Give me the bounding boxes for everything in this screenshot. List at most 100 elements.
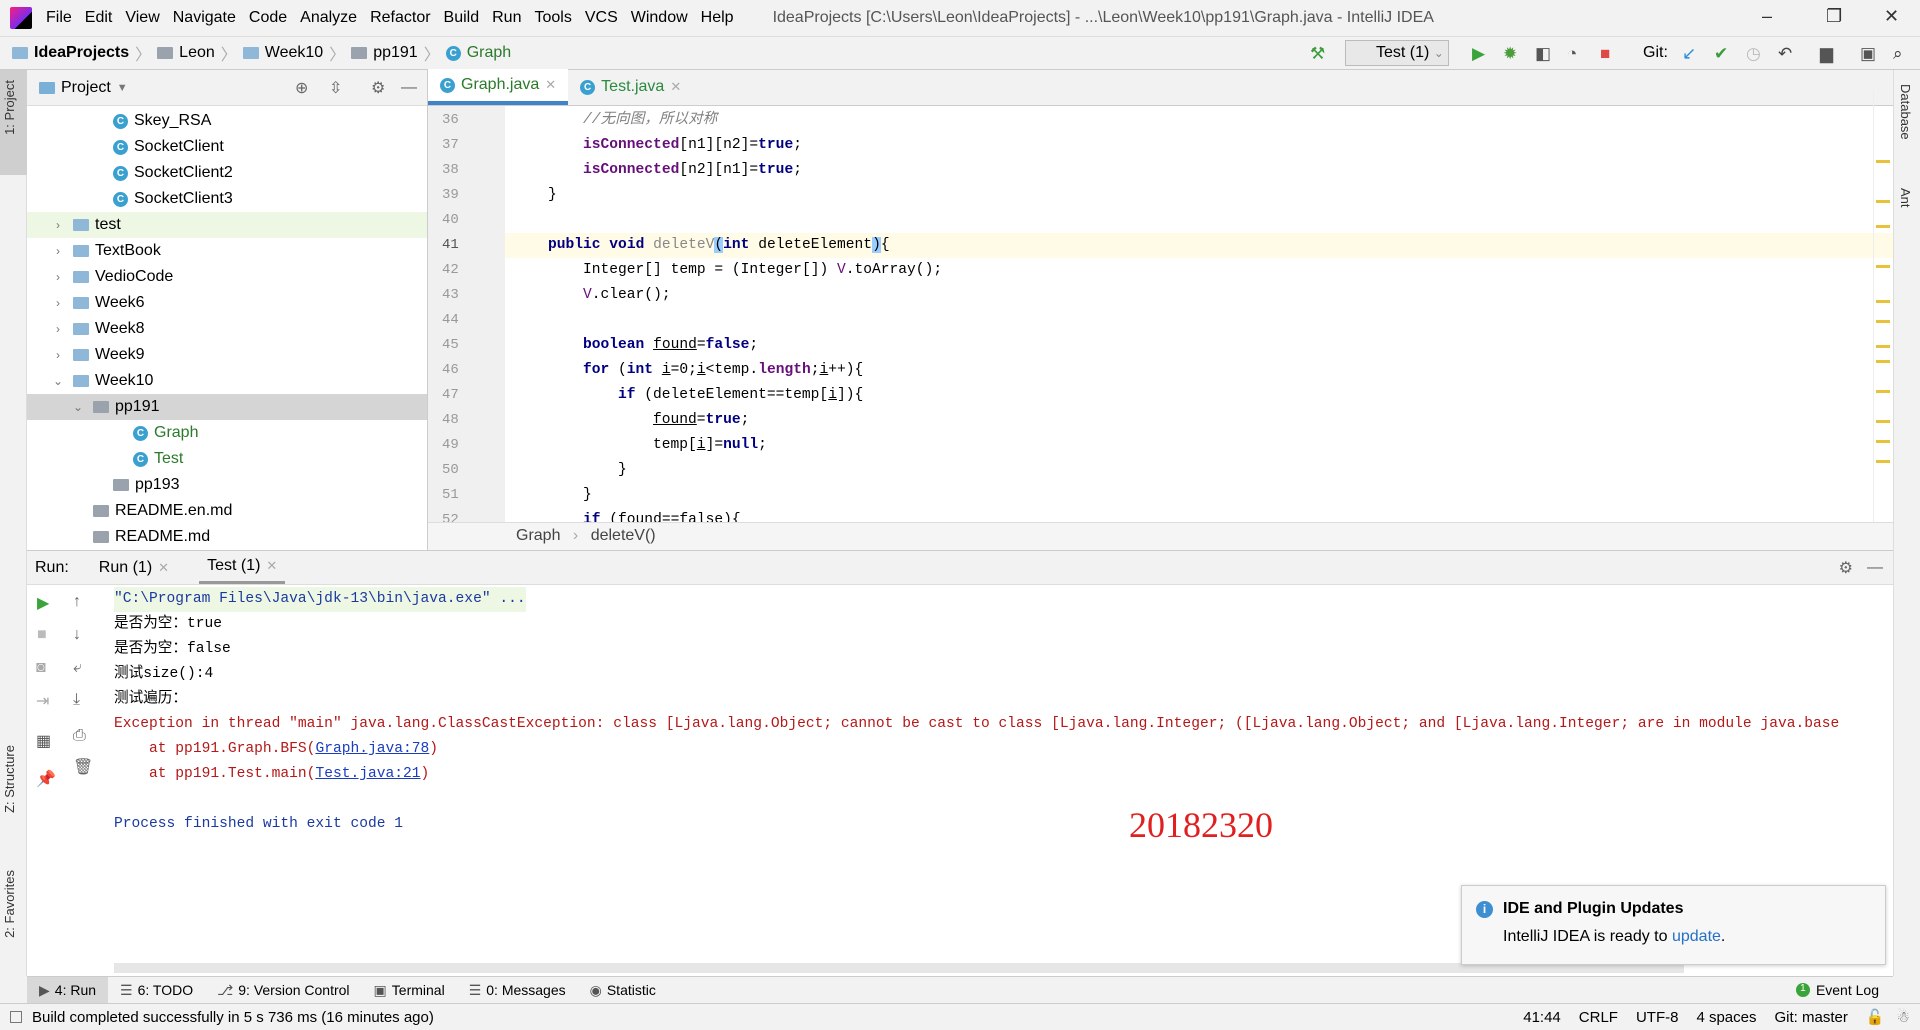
line-separator[interactable]: CRLF (1579, 1009, 1618, 1026)
close-icon[interactable]: ✕ (545, 77, 556, 93)
print-icon[interactable]: ⎙ (73, 727, 86, 745)
chevron-down-icon[interactable]: ▼ (117, 82, 128, 94)
menu-analyze[interactable]: Analyze (300, 9, 357, 26)
warning-stripe-mark[interactable] (1876, 300, 1890, 303)
chevron-right-icon[interactable]: › (51, 244, 65, 258)
chevron-right-icon[interactable]: › (51, 348, 65, 362)
code-line[interactable]: Integer[] temp = (Integer[]) V.toArray()… (583, 258, 942, 283)
favorites-tool-tab[interactable]: 2: Favorites (2, 870, 17, 938)
arrow-up-icon[interactable]: ↑ (73, 593, 81, 611)
menu-file[interactable]: File (46, 9, 72, 26)
run-tab-run-1[interactable]: Run (1) ✕ (91, 553, 177, 583)
tree-item[interactable]: › test (27, 212, 427, 238)
tree-item[interactable]: C SocketClient2 (27, 160, 427, 186)
locate-icon[interactable]: ⊕ (295, 78, 308, 98)
code-area[interactable]: //无向图，所以对称 isConnected[n1][n2]=true; isCon… (428, 106, 1893, 522)
warning-stripe-mark[interactable] (1876, 320, 1890, 323)
code-line[interactable]: //无向图，所以对称 (583, 108, 717, 133)
run-icon[interactable]: ▶ (1472, 44, 1485, 64)
tree-item[interactable]: C Test (27, 446, 427, 472)
soft-wrap-icon[interactable]: ⤶ (73, 659, 82, 677)
git-rollback-icon[interactable]: ↶ (1778, 44, 1792, 64)
warning-stripe-mark[interactable] (1876, 225, 1890, 228)
tree-item[interactable]: README.en.md (27, 498, 427, 524)
menu-tools[interactable]: Tools (534, 9, 571, 26)
git-update-icon[interactable]: ↙ (1682, 44, 1696, 64)
code-line[interactable]: boolean found=false; (583, 333, 758, 358)
tree-item[interactable]: › Week9 (27, 342, 427, 368)
tool-window-versioncontrol[interactable]: ⎇ 9: Version Control (205, 977, 361, 1004)
tree-item[interactable]: pp193 (27, 472, 427, 498)
chevron-down-icon[interactable]: ⌄ (51, 374, 65, 388)
lock-icon[interactable]: 🔓 (1866, 1008, 1885, 1026)
project-structure-icon[interactable]: ▆ (1820, 44, 1833, 64)
profile-icon[interactable]: ◔ (1567, 44, 1577, 64)
breadcrumb-class[interactable]: Graph (516, 527, 560, 544)
close-icon[interactable]: ✕ (670, 79, 681, 95)
menu-edit[interactable]: Edit (85, 9, 113, 26)
debug-icon[interactable]: ✹ (1503, 44, 1517, 64)
stop-icon[interactable]: ■ (37, 626, 47, 644)
code-line[interactable]: } (618, 458, 627, 483)
update-notification[interactable]: i IDE and Plugin Updates IntelliJ IDEA is… (1461, 885, 1886, 965)
warning-stripe-mark[interactable] (1876, 460, 1890, 463)
code-line[interactable]: V.clear(); (583, 283, 671, 308)
tree-item[interactable]: README.md (27, 524, 427, 550)
indent-setting[interactable]: 4 spaces (1696, 1009, 1756, 1026)
hide-icon[interactable]: — (401, 79, 417, 97)
coverage-icon[interactable]: ◧ (1535, 44, 1551, 64)
restore-layout-icon[interactable]: ⇥ (36, 691, 49, 711)
breadcrumb-item[interactable]: IdeaProjects 〉 (12, 41, 151, 65)
warning-stripe-mark[interactable] (1876, 345, 1890, 348)
layout-icon[interactable]: ▦ (36, 731, 51, 751)
collapse-all-icon[interactable]: ⇳ (329, 78, 342, 98)
tool-window-todo[interactable]: ☰ 6: TODO (108, 977, 205, 1004)
tree-item[interactable]: › TextBook (27, 238, 427, 264)
update-link[interactable]: update (1672, 928, 1721, 945)
tree-item[interactable]: › Week6 (27, 290, 427, 316)
tree-item[interactable]: ⌄ pp191 (27, 394, 427, 420)
pin-icon[interactable]: 📌 (36, 769, 56, 789)
tree-item[interactable]: C Graph (27, 420, 427, 446)
code-line[interactable]: } (583, 483, 592, 508)
breadcrumb-method[interactable]: deleteV() (591, 527, 656, 544)
tree-item[interactable]: C Skey_RSA (27, 108, 427, 134)
code-line[interactable]: isConnected[n1][n2]=true; (583, 133, 802, 158)
menu-vcs[interactable]: VCS (585, 9, 618, 26)
code-line[interactable]: isConnected[n2][n1]=true; (583, 158, 802, 183)
warning-stripe-mark[interactable] (1876, 420, 1890, 423)
close-button[interactable]: ✕ (1884, 6, 1899, 27)
hide-icon[interactable]: — (1867, 559, 1883, 577)
status-toggle-icon[interactable] (10, 1011, 22, 1023)
chevron-right-icon[interactable]: › (51, 270, 65, 284)
event-log-button[interactable]: 1 Event Log (1795, 982, 1879, 998)
trash-icon[interactable]: 🗑 (73, 757, 93, 777)
breadcrumb-item[interactable]: pp191 〉 (351, 41, 440, 65)
terminal-window-icon[interactable]: ▣ (1860, 44, 1876, 64)
project-tool-tab[interactable]: 1: Project (2, 80, 17, 135)
stacktrace-link[interactable]: Graph.java:78 (315, 741, 429, 757)
breadcrumb-item[interactable]: Leon 〉 (157, 41, 237, 65)
tree-item[interactable]: › VedioCode (27, 264, 427, 290)
stacktrace-link[interactable]: Test.java:21 (315, 766, 420, 782)
inspector-icon[interactable]: ☃ (1897, 1008, 1910, 1026)
git-branch[interactable]: Git: master (1775, 1009, 1848, 1026)
code-line[interactable]: if (deleteElement==temp[i]){ (618, 383, 863, 408)
ant-tool-tab[interactable]: Ant (1898, 188, 1913, 208)
menu-view[interactable]: View (125, 9, 159, 26)
menu-help[interactable]: Help (701, 9, 734, 26)
breadcrumb-item[interactable]: Week10 〉 (242, 41, 345, 65)
chevron-right-icon[interactable]: › (51, 322, 65, 336)
rerun-icon[interactable]: ▶ (37, 593, 49, 613)
warning-stripe-mark[interactable] (1876, 440, 1890, 443)
caret-position[interactable]: 41:44 (1523, 1009, 1561, 1026)
search-icon[interactable]: ⌕ (1893, 44, 1903, 64)
arrow-down-icon[interactable]: ↓ (73, 626, 81, 644)
minimize-button[interactable]: – (1762, 6, 1772, 27)
run-tab-test-1[interactable]: Test (1) ✕ (199, 551, 286, 584)
warning-stripe-mark[interactable] (1876, 360, 1890, 363)
chevron-down-icon[interactable]: ⌄ (71, 400, 85, 414)
gear-icon[interactable]: ⚙ (371, 78, 385, 98)
git-commit-icon[interactable]: ✔ (1714, 44, 1728, 64)
warning-stripe-mark[interactable] (1876, 265, 1890, 268)
